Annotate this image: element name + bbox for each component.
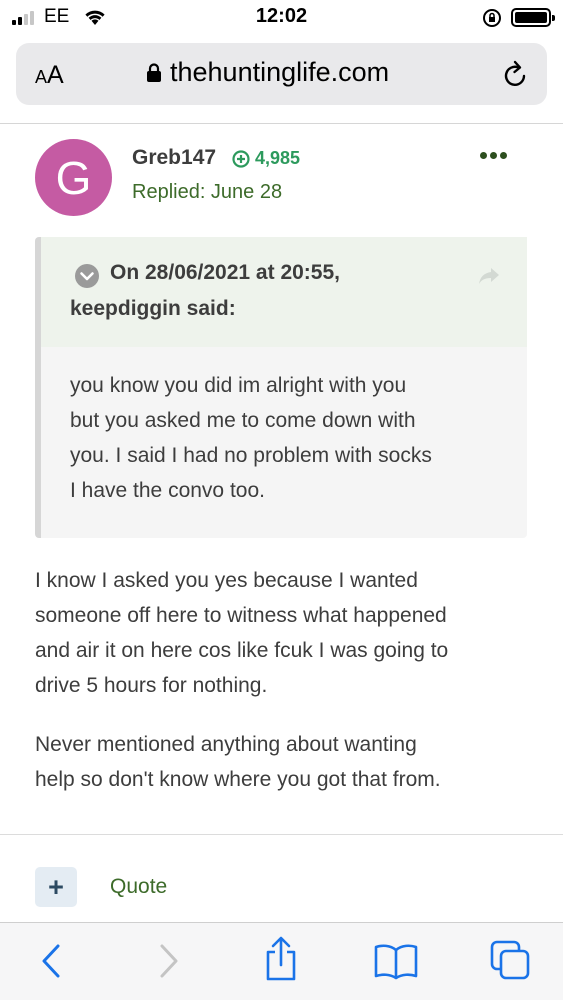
lock-icon xyxy=(147,62,161,82)
reputation-count: 4,985 xyxy=(255,148,301,168)
chevron-down-icon[interactable] xyxy=(74,263,100,289)
rotation-lock-icon xyxy=(483,9,501,27)
avatar[interactable]: G xyxy=(35,139,112,216)
tabs-icon[interactable] xyxy=(489,939,531,981)
post-paragraph: I know I asked you yes because I wanted … xyxy=(35,569,449,697)
address-bar[interactable]: AA thehuntinglife.com xyxy=(16,43,547,105)
url-display[interactable]: thehuntinglife.com xyxy=(146,57,389,88)
more-options-icon[interactable] xyxy=(480,152,507,159)
username-link[interactable]: Greb147 xyxy=(132,146,216,170)
reload-icon[interactable] xyxy=(502,59,530,89)
replied-date: Replied: June 28 xyxy=(132,181,283,203)
quote-header: On 28/06/2021 at 20:55, keepdiggin said: xyxy=(41,237,527,347)
share-icon[interactable] xyxy=(262,936,300,982)
multiquote-button[interactable]: + xyxy=(35,867,77,907)
browser-toolbar xyxy=(0,922,563,1000)
divider xyxy=(0,834,563,835)
divider xyxy=(0,123,563,124)
back-icon[interactable] xyxy=(38,941,64,981)
quote-block: On 28/06/2021 at 20:55, keepdiggin said:… xyxy=(35,237,527,538)
quote-text: you know you did im alright with you but… xyxy=(70,374,432,502)
reader-options-button[interactable]: AA xyxy=(35,61,64,90)
post-paragraph: Never mentioned anything about wanting h… xyxy=(35,733,441,791)
go-to-post-icon[interactable] xyxy=(477,266,501,286)
quote-button[interactable]: Quote xyxy=(110,875,167,899)
plus-circle-icon xyxy=(232,149,250,168)
reputation-badge: 4,985 xyxy=(232,148,300,169)
clock: 12:02 xyxy=(255,5,308,27)
battery-icon xyxy=(511,8,555,27)
quote-date: On 28/06/2021 at 20:55, xyxy=(110,261,340,284)
domain-text: thehuntinglife.com xyxy=(170,57,390,87)
forward-icon[interactable] xyxy=(156,941,182,981)
quote-author[interactable]: keepdiggin said: xyxy=(70,297,236,321)
status-bar: EE 12:02 xyxy=(0,0,563,36)
bookmarks-icon[interactable] xyxy=(373,942,419,980)
